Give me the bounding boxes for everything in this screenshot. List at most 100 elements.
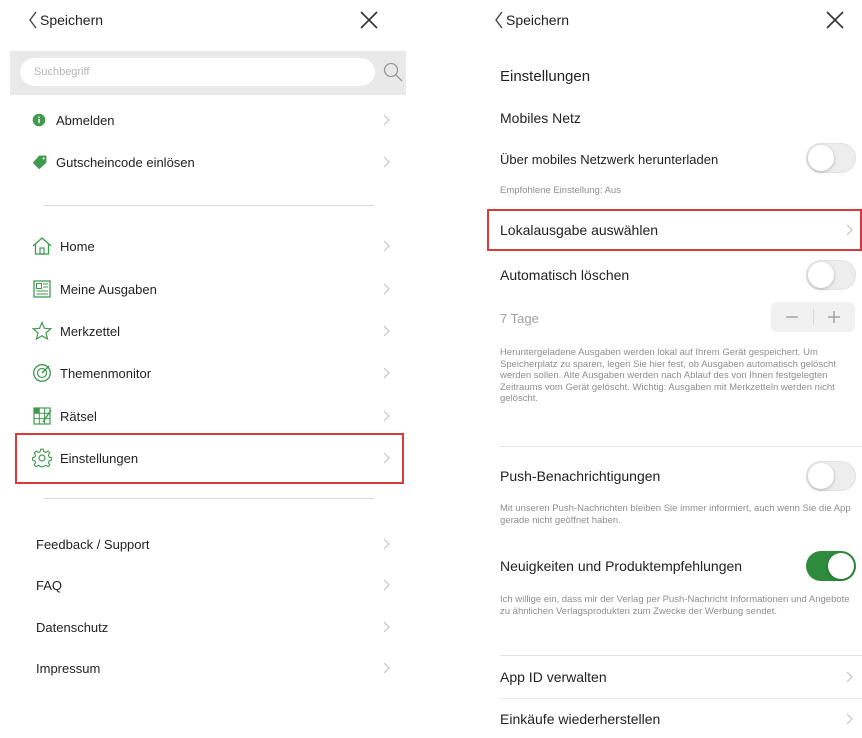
menu-navbar: Speichern (0, 0, 412, 42)
days-stepper (771, 302, 855, 332)
auto-delete-row: Automatisch löschen (500, 262, 857, 288)
back-label: Speichern (506, 12, 570, 28)
mobile-download-label: Über mobiles Netzwerk herunterladen (500, 151, 719, 167)
push-description: Mit unseren Push-Nachrichten bleiben Sie… (500, 503, 851, 526)
plus-icon (828, 311, 840, 323)
back-button[interactable]: Speichern (494, 10, 569, 30)
chevron-right-icon (383, 325, 390, 337)
divider (500, 698, 862, 699)
chevron-right-icon (846, 713, 853, 725)
menu-item-label: Feedback / Support (36, 536, 150, 552)
minus-icon (786, 316, 798, 318)
settings-panel: Speichern Einstellungen Mobiles Netz Übe… (484, 0, 862, 738)
stepper-plus-button[interactable] (813, 302, 855, 332)
chevron-right-icon (383, 367, 390, 379)
menu-item-label: Gutscheincode einlösen (56, 154, 195, 170)
compass-icon (33, 364, 51, 382)
chevron-right-icon (383, 114, 390, 126)
divider (500, 209, 862, 210)
restore-purchases-row[interactable]: Einkäufe wiederherstellen (500, 706, 857, 732)
close-icon[interactable] (358, 9, 380, 31)
puzzle-grid-icon (33, 407, 52, 425)
menu-item-raetsel[interactable]: Rätsel (32, 404, 390, 428)
app-id-row[interactable]: App ID verwalten (500, 664, 857, 690)
menu-item-abmelden[interactable]: Abmelden (32, 108, 390, 132)
chevron-right-icon (383, 579, 390, 591)
news-label: Neuigkeiten und Produktempfehlungen (500, 558, 743, 574)
chevron-right-icon (846, 671, 853, 683)
chevron-right-icon (383, 240, 390, 252)
auto-delete-toggle[interactable] (806, 260, 856, 290)
chevron-right-icon (846, 224, 853, 236)
info-circle-icon (32, 113, 46, 127)
menu-panel: Speichern Abmelden Gutscheincode einlöse… (0, 0, 412, 738)
chevron-right-icon (383, 156, 390, 168)
app-id-label: App ID verwalten (500, 669, 607, 685)
mobile-download-toggle[interactable] (806, 143, 856, 173)
gear-icon (32, 448, 52, 468)
chevron-left-icon (495, 11, 503, 29)
chevron-left-icon (29, 11, 37, 29)
menu-item-impressum[interactable]: Impressum (36, 656, 390, 680)
menu-item-einstellungen[interactable]: Einstellungen (32, 446, 390, 470)
tag-icon (32, 155, 47, 170)
menu-item-home[interactable]: Home (32, 234, 390, 258)
section-title-mobile: Mobiles Netz (500, 110, 581, 126)
menu-item-label: Einstellungen (60, 450, 139, 466)
mobile-download-hint: Empfohlene Einstellung: Aus (500, 185, 621, 196)
search-input[interactable] (20, 58, 375, 86)
divider (500, 446, 862, 447)
toggle-knob (808, 262, 834, 288)
menu-item-feedback[interactable]: Feedback / Support (36, 532, 390, 556)
chevron-right-icon (383, 452, 390, 464)
settings-navbar: Speichern (484, 0, 862, 42)
news-description: Ich willige ein, dass mir der Verlag per… (500, 594, 850, 617)
chevron-right-icon (383, 621, 390, 633)
menu-item-meine-ausgaben[interactable]: Meine Ausgaben (32, 277, 390, 301)
menu-item-label: Impressum (36, 660, 101, 676)
menu-item-faq[interactable]: FAQ (36, 573, 390, 597)
menu-item-label: Merkzettel (60, 323, 120, 339)
menu-item-label: Themenmonitor (60, 365, 152, 381)
chevron-right-icon (383, 538, 390, 550)
back-label: Speichern (40, 12, 104, 28)
search-bar (10, 51, 406, 95)
menu-item-merkzettel[interactable]: Merkzettel (32, 319, 390, 343)
auto-delete-label: Automatisch löschen (500, 267, 630, 283)
push-row: Push-Benachrichtigungen (500, 463, 857, 489)
divider (44, 205, 374, 206)
mobile-download-row: Über mobiles Netzwerk herunterladen (500, 146, 857, 172)
toggle-knob (828, 553, 854, 579)
menu-item-label: Home (60, 238, 95, 254)
menu-item-themenmonitor[interactable]: Themenmonitor (32, 361, 390, 385)
page-title: Einstellungen (500, 68, 591, 85)
star-icon (32, 321, 52, 341)
local-edition-label: Lokalausgabe auswählen (500, 222, 659, 238)
push-toggle[interactable] (806, 461, 856, 491)
stepper-minus-button[interactable] (771, 302, 813, 332)
chevron-right-icon (383, 662, 390, 674)
toggle-knob (808, 463, 834, 489)
menu-item-label: Meine Ausgaben (60, 281, 157, 297)
news-toggle[interactable] (806, 551, 856, 581)
back-button[interactable]: Speichern (28, 10, 103, 30)
news-row: Neuigkeiten und Produktempfehlungen (500, 553, 857, 579)
newspaper-icon (33, 280, 51, 298)
days-value: 7 Tage (500, 310, 539, 326)
push-label: Push-Benachrichtigungen (500, 468, 661, 484)
menu-item-label: Datenschutz (36, 619, 109, 635)
menu-item-gutscheincode[interactable]: Gutscheincode einlösen (32, 150, 390, 174)
menu-item-datenschutz[interactable]: Datenschutz (36, 615, 390, 639)
menu-item-label: Rätsel (60, 408, 97, 424)
menu-item-label: FAQ (36, 577, 63, 593)
menu-item-label: Abmelden (56, 112, 115, 128)
close-icon[interactable] (824, 9, 846, 31)
divider (500, 655, 862, 656)
home-icon (32, 237, 52, 255)
toggle-knob (808, 145, 834, 171)
chevron-right-icon (383, 283, 390, 295)
restore-purchases-label: Einkäufe wiederherstellen (500, 711, 661, 727)
local-edition-row[interactable]: Lokalausgabe auswählen (500, 217, 857, 243)
chevron-right-icon (383, 410, 390, 422)
search-icon[interactable] (382, 61, 404, 83)
